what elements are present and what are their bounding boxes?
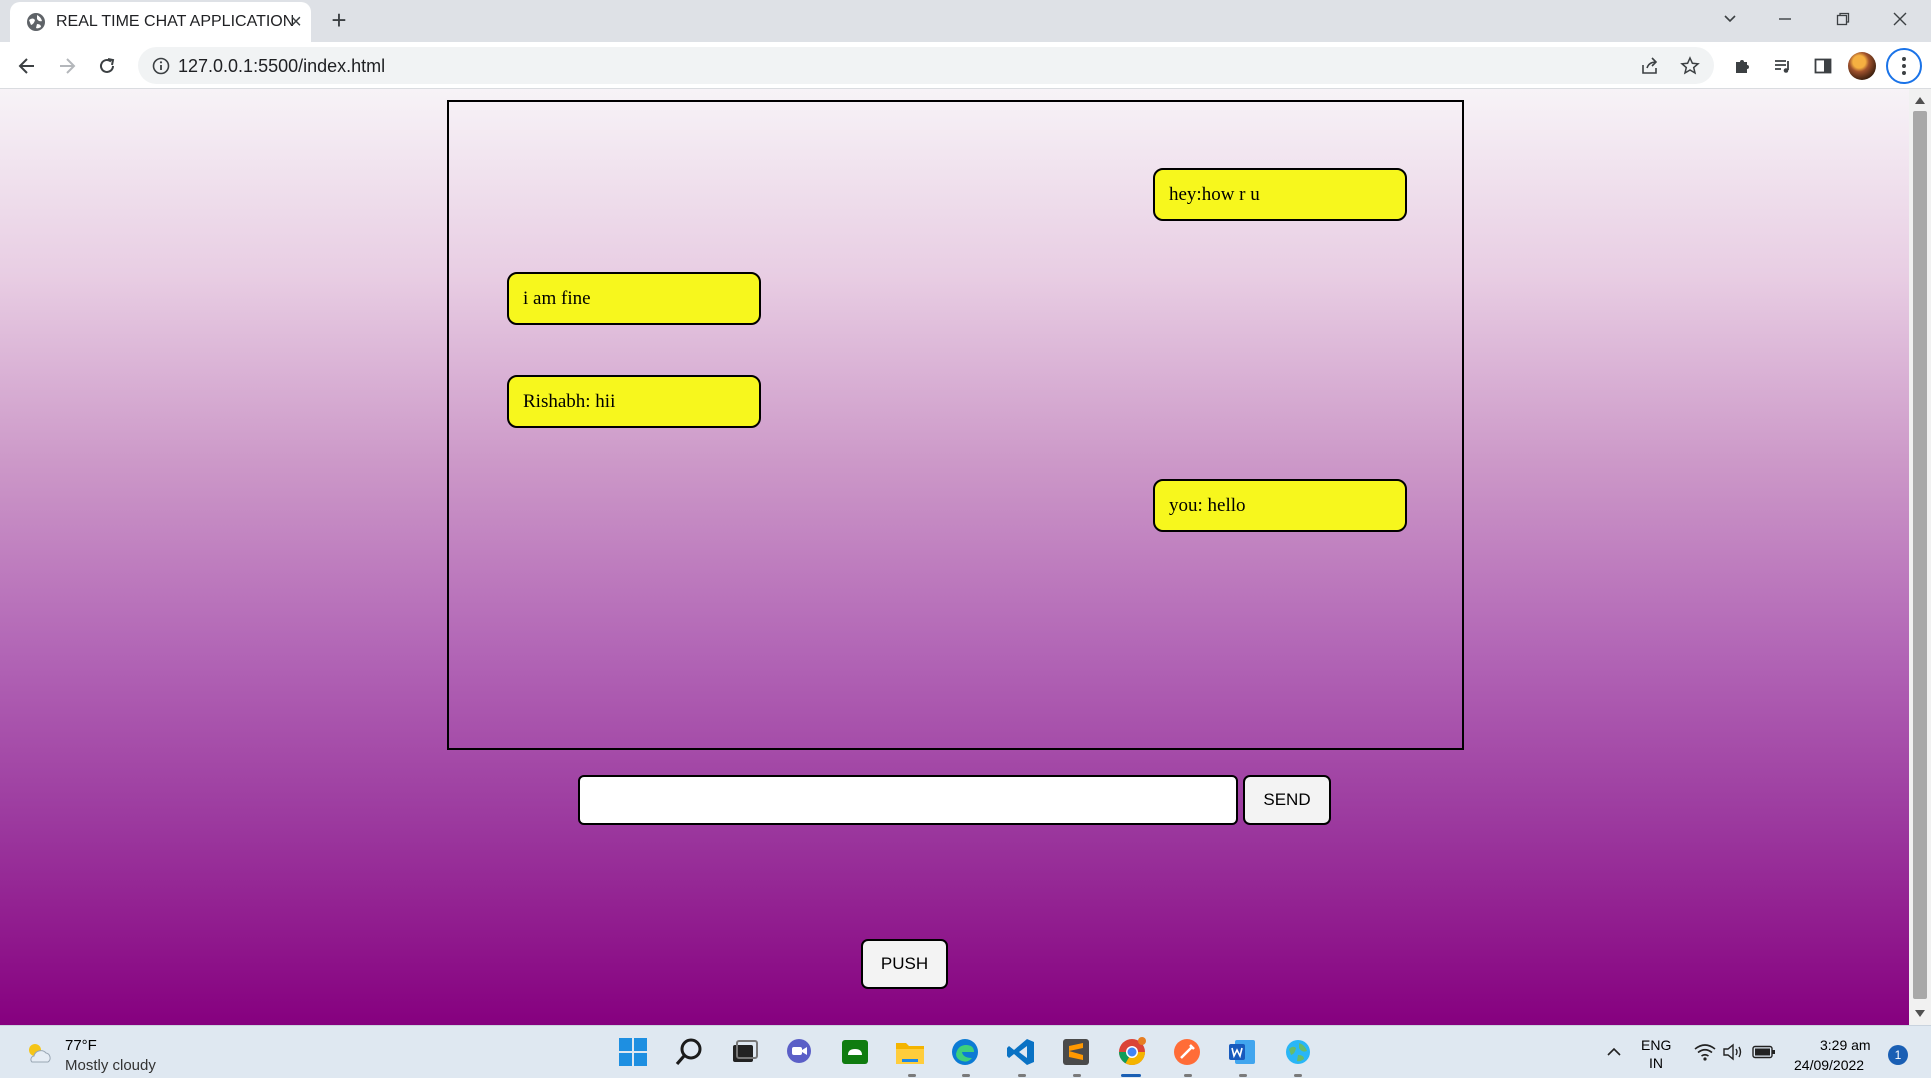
reload-icon [100,58,115,73]
chat-message: i am fine [507,272,761,325]
extensions-puzzle-icon[interactable] [1728,51,1758,81]
browser-menu-button[interactable] [1886,48,1922,84]
minimize-icon[interactable] [1765,4,1805,36]
chrome-icon[interactable] [1115,1035,1149,1069]
xbox-icon[interactable] [838,1035,872,1069]
reload-button[interactable] [91,50,123,82]
file-explorer-icon[interactable] [893,1035,927,1069]
side-panel-icon[interactable] [1808,51,1838,81]
url-text[interactable]: 127.0.0.1:5500/index.html [178,56,385,77]
arrow-right-icon [60,58,76,74]
active-app-indicator [1121,1074,1141,1077]
running-indicator [1239,1074,1247,1077]
restore-icon[interactable] [1823,4,1863,36]
vertical-scrollbar[interactable] [1909,89,1931,1025]
volume-icon[interactable] [1716,1035,1750,1069]
windows-taskbar: 77°F Mostly cloudy ENG IN 3:29 am 24/09/… [0,1025,1931,1078]
scroll-up-arrow-icon[interactable] [1915,97,1925,104]
browser-toolbar: 127.0.0.1:5500/index.html [0,42,1931,89]
language-indicator-line2[interactable]: IN [1649,1055,1663,1071]
running-indicator [1294,1074,1302,1077]
arrow-left-icon [18,58,34,74]
browser-tab[interactable]: REAL TIME CHAT APPLICATION × [10,2,311,42]
battery-icon[interactable] [1747,1035,1781,1069]
teams-chat-icon[interactable] [782,1035,816,1069]
chat-message: you: hello [1153,479,1407,532]
share-icon[interactable] [1637,53,1663,79]
profile-avatar[interactable] [1848,52,1876,80]
back-button[interactable] [11,50,43,82]
weather-temperature[interactable]: 77°F [65,1037,97,1054]
tab-search-icon[interactable] [1710,4,1750,36]
vs-code-icon[interactable] [1004,1035,1038,1069]
word-icon[interactable] [1225,1035,1259,1069]
running-indicator [962,1074,970,1077]
browser-tab-strip: REAL TIME CHAT APPLICATION × + [0,0,1931,42]
forward-button[interactable] [51,50,83,82]
postman-icon[interactable] [1170,1035,1204,1069]
push-button[interactable]: PUSH [861,939,948,989]
message-input[interactable] [578,775,1238,825]
running-indicator [1184,1074,1192,1077]
clock-date[interactable]: 24/09/2022 [1794,1057,1864,1073]
running-indicator [908,1074,916,1077]
bookmark-star-icon[interactable] [1677,53,1703,79]
language-indicator-line1[interactable]: ENG [1641,1037,1671,1053]
info-icon[interactable] [152,57,170,75]
scroll-thumb[interactable] [1913,111,1927,999]
send-button[interactable]: SEND [1243,775,1331,825]
running-indicator [1073,1074,1081,1077]
weather-description[interactable]: Mostly cloudy [65,1057,156,1074]
page-viewport: hey:how r u i am fine Rishabh: hii you: … [0,89,1909,1025]
running-indicator [1018,1074,1026,1077]
clock-time[interactable]: 3:29 am [1820,1037,1871,1053]
close-window-icon[interactable] [1880,4,1920,36]
new-tab-button[interactable]: + [326,7,352,34]
sublime-text-icon[interactable] [1059,1035,1093,1069]
edge-browser-icon[interactable] [948,1035,982,1069]
browser-globe-icon[interactable] [1281,1035,1315,1069]
chat-message: Rishabh: hii [507,375,761,428]
task-view-icon[interactable] [727,1035,761,1069]
search-icon[interactable] [672,1035,706,1069]
globe-icon [27,13,45,31]
show-hidden-icons-chevron-icon[interactable] [1597,1035,1631,1069]
chat-container: hey:how r u i am fine Rishabh: hii you: … [447,100,1464,750]
close-tab-icon[interactable]: × [285,11,307,33]
tab-title: REAL TIME CHAT APPLICATION [56,13,295,30]
media-queue-icon[interactable] [1768,51,1798,81]
scroll-down-arrow-icon[interactable] [1915,1010,1925,1017]
notification-badge[interactable]: 1 [1888,1045,1908,1065]
address-bar[interactable]: 127.0.0.1:5500/index.html [138,47,1714,84]
chat-message: hey:how r u [1153,168,1407,221]
partly-cloudy-icon[interactable] [24,1040,54,1066]
windows-start-icon[interactable] [616,1035,650,1069]
